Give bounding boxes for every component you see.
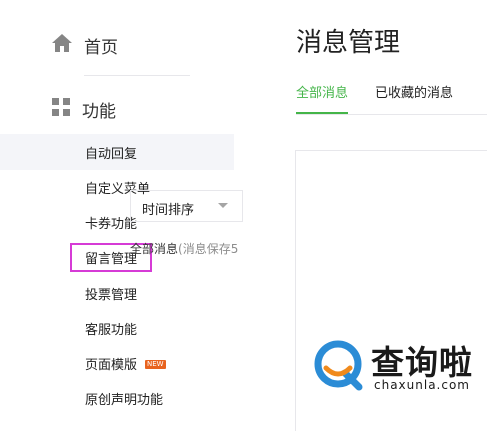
watermark: 查询啦 chaxunla.com: [308, 337, 484, 395]
home-icon: [52, 34, 72, 56]
tab-starred-messages[interactable]: 已收藏的消息: [375, 82, 453, 101]
sidebar-home-link[interactable]: 首页: [52, 32, 118, 58]
message-retention-hint: (消息保存5: [178, 242, 239, 256]
tab-all-messages[interactable]: 全部消息: [296, 82, 349, 114]
watermark-text-cn: 查询啦: [371, 343, 473, 382]
sidebar-item-original-declaration[interactable]: 原创声明功能: [0, 380, 234, 416]
message-count-line: 全部消息(消息保存5: [130, 240, 238, 257]
watermark-logo-icon: [314, 340, 363, 391]
sort-select-value: 时间排序: [142, 203, 195, 218]
sidebar-item-label: 原创声明功能: [85, 392, 164, 408]
sidebar-divider: [84, 75, 190, 76]
sidebar-item-label-wrap: 页面模版 NEW: [85, 354, 166, 373]
watermark-text-en: chaxunla.com: [374, 378, 470, 392]
chevron-down-icon: [218, 203, 228, 208]
grid-icon: [52, 98, 70, 120]
sidebar-function-label: 功能: [82, 101, 116, 122]
sort-select[interactable]: 时间排序: [130, 190, 243, 222]
sidebar-item-page-templates[interactable]: 页面模版 NEW: [0, 345, 234, 381]
tabs-divider: [296, 114, 487, 115]
sidebar-item-label: 页面模版: [85, 357, 138, 373]
sidebar-item-auto-reply[interactable]: 自动回复: [0, 134, 234, 170]
new-badge: NEW: [145, 359, 166, 369]
sidebar-function-header[interactable]: 功能: [52, 96, 116, 122]
sidebar-item-label: 自动回复: [85, 146, 138, 162]
sidebar-item-label: 客服功能: [85, 322, 138, 338]
sidebar-item-voting[interactable]: 投票管理: [0, 275, 234, 311]
sidebar-item-label: 投票管理: [85, 287, 138, 303]
message-count-label: 全部消息: [130, 242, 179, 256]
sidebar-item-customer-service[interactable]: 客服功能: [0, 310, 234, 346]
sidebar-home-label: 首页: [84, 37, 118, 58]
page-title: 消息管理: [296, 28, 401, 58]
